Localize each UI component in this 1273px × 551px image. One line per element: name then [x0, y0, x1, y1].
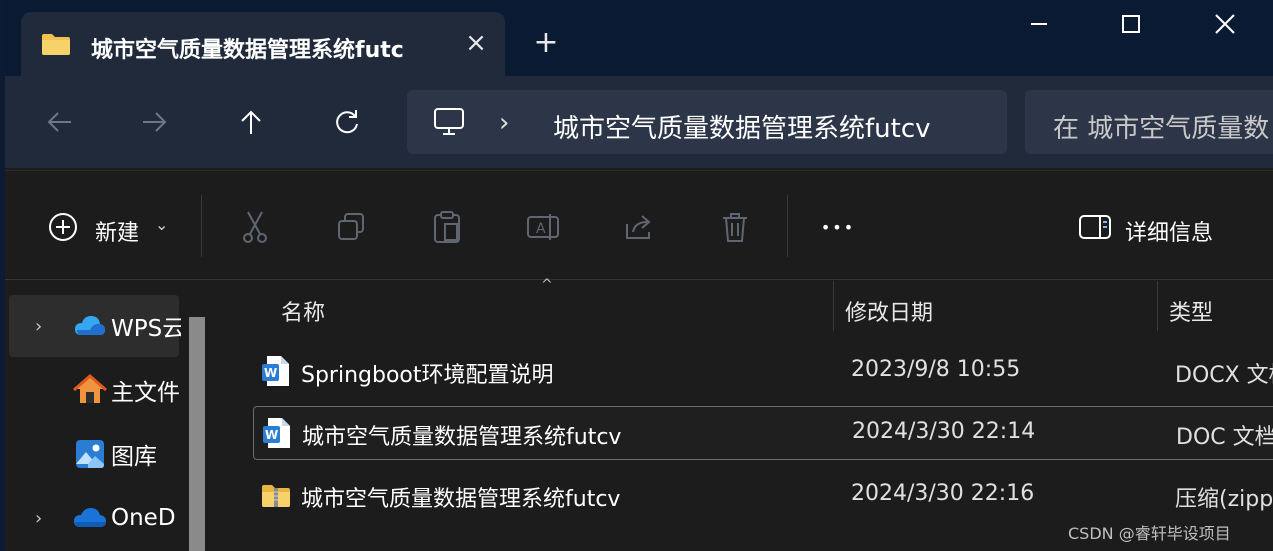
up-arrow-icon — [241, 110, 261, 134]
breadcrumb-separator: › — [499, 108, 510, 138]
file-type: DOCX 文档 — [1175, 363, 1273, 388]
file-name: Springboot环境配置说明 — [301, 363, 554, 388]
file-modified: 2023/9/8 10:55 — [851, 357, 1021, 382]
home-icon — [73, 374, 107, 403]
breadcrumb-path[interactable]: 城市空气质量数据管理系统futcv — [553, 108, 931, 145]
more-options-button[interactable]: ••• — [815, 207, 861, 247]
nav-item-onedrive[interactable]: › OneD — [9, 487, 179, 549]
minimize-button[interactable] — [1019, 8, 1059, 40]
cut-button[interactable] — [235, 207, 275, 247]
back-arrow-icon — [47, 112, 71, 132]
word-doc-icon: W — [262, 356, 289, 386]
this-pc-icon — [434, 108, 464, 135]
nav-item-label: WPS云 — [111, 316, 181, 342]
file-type: DOC 文档 — [1176, 425, 1273, 450]
column-header-type[interactable]: 类型 — [1169, 295, 1213, 327]
gallery-icon — [76, 440, 104, 468]
new-button[interactable]: 新建 — [95, 215, 139, 247]
column-header-modified[interactable]: 修改日期 — [845, 295, 933, 327]
rename-button[interactable]: A — [523, 207, 563, 247]
nav-item-label: 主文件 — [111, 380, 180, 406]
sort-ascending-icon: ^ — [541, 277, 553, 293]
file-modified: 2024/3/30 22:14 — [852, 419, 1036, 444]
nav-item-label: OneD — [111, 505, 176, 531]
svg-text:W: W — [265, 428, 278, 442]
maximize-button[interactable] — [1111, 8, 1151, 40]
close-window-button[interactable] — [1205, 8, 1245, 40]
column-divider[interactable] — [833, 281, 834, 331]
file-row[interactable]: 城市空气质量数据管理系统futcv 2024/3/30 22:16 压缩(zip… — [253, 469, 1273, 523]
onedrive-icon — [74, 508, 106, 527]
file-modified: 2024/3/30 22:16 — [851, 481, 1035, 506]
scissors-icon — [243, 211, 267, 243]
zip-folder-icon — [262, 485, 290, 507]
chevron-right-icon[interactable]: › — [35, 508, 42, 529]
details-pane-button[interactable] — [1075, 207, 1115, 247]
nav-item-gallery[interactable]: 图库 — [9, 423, 179, 485]
share-icon — [626, 215, 651, 239]
minimize-icon — [1031, 23, 1047, 25]
forward-arrow-icon — [143, 112, 167, 132]
tab-title: 城市空气质量数据管理系统futc — [91, 38, 404, 63]
new-plus-icon[interactable] — [43, 207, 83, 247]
svg-text:A: A — [536, 221, 546, 237]
details-label[interactable]: 详细信息 — [1125, 215, 1213, 247]
refresh-icon — [336, 110, 358, 134]
divider — [787, 195, 788, 257]
details-pane-icon — [1079, 215, 1111, 239]
file-type: 压缩(zipped) — [1175, 487, 1273, 512]
chevron-down-icon[interactable]: ⌄ — [155, 215, 168, 234]
file-name: 城市空气质量数据管理系统futcv — [302, 425, 622, 450]
file-row-selected[interactable]: W 城市空气质量数据管理系统futcv 2024/3/30 22:14 DOC … — [253, 406, 1273, 460]
delete-button[interactable] — [715, 207, 755, 247]
file-name: 城市空气质量数据管理系统futcv — [301, 487, 621, 512]
back-button[interactable] — [39, 102, 79, 142]
nav-item-wps-cloud[interactable]: › WPS云 — [9, 295, 181, 357]
csdn-watermark: CSDN @睿轩毕设项目 — [1068, 524, 1231, 543]
plus-circle-icon — [49, 213, 77, 241]
close-tab-button[interactable]: × — [461, 28, 491, 58]
close-icon — [1215, 14, 1235, 34]
svg-text:W: W — [264, 366, 277, 380]
file-list: ^ 名称 修改日期 类型 W Springboot环境配置说明 2023/9/8… — [217, 277, 1273, 551]
nav-item-label: 图库 — [111, 444, 157, 470]
search-placeholder: 在 城市空气质量数 — [1053, 114, 1270, 144]
nav-scrollbar[interactable] — [189, 317, 205, 551]
chevron-right-icon[interactable]: › — [35, 316, 42, 337]
search-box[interactable]: 在 城市空气质量数 — [1025, 90, 1273, 154]
forward-button[interactable] — [135, 102, 175, 142]
command-bar: 新建 ⌄ A ••• 详细信息 — [5, 170, 1273, 280]
address-bar[interactable]: › 城市空气质量数据管理系统futcv — [407, 90, 1007, 154]
copy-button[interactable] — [331, 207, 371, 247]
share-button[interactable] — [619, 207, 659, 247]
divider — [201, 195, 202, 257]
copy-icon — [338, 213, 364, 240]
title-bar: 城市空气质量数据管理系统futc × + — [5, 0, 1273, 76]
clipboard-icon — [434, 211, 460, 243]
file-explorer-window: 城市空气质量数据管理系统futc × + › 城市空气质量数据管理系统futcv… — [5, 0, 1273, 551]
navigation-pane: › WPS云 主文件 图库 › OneD — [5, 281, 215, 551]
column-header-name[interactable]: 名称 — [281, 295, 325, 327]
refresh-button[interactable] — [327, 102, 367, 142]
navigation-bar: › 城市空气质量数据管理系统futcv 在 城市空气质量数 — [5, 76, 1273, 168]
word-doc-icon: W — [263, 418, 290, 448]
column-divider[interactable] — [1157, 281, 1158, 331]
paste-button[interactable] — [427, 207, 467, 247]
file-row[interactable]: W Springboot环境配置说明 2023/9/8 10:55 DOCX 文… — [253, 345, 1273, 399]
maximize-icon — [1122, 15, 1140, 33]
up-button[interactable] — [231, 102, 271, 142]
wps-cloud-icon — [75, 316, 105, 335]
new-tab-button[interactable]: + — [531, 28, 561, 58]
nav-item-home[interactable]: 主文件 — [9, 359, 180, 421]
folder-icon — [42, 34, 70, 55]
rename-icon: A — [527, 214, 559, 240]
more-icon: ••• — [820, 217, 856, 237]
trash-icon — [723, 213, 747, 242]
explorer-tab[interactable]: 城市空气质量数据管理系统futc × — [21, 12, 505, 76]
